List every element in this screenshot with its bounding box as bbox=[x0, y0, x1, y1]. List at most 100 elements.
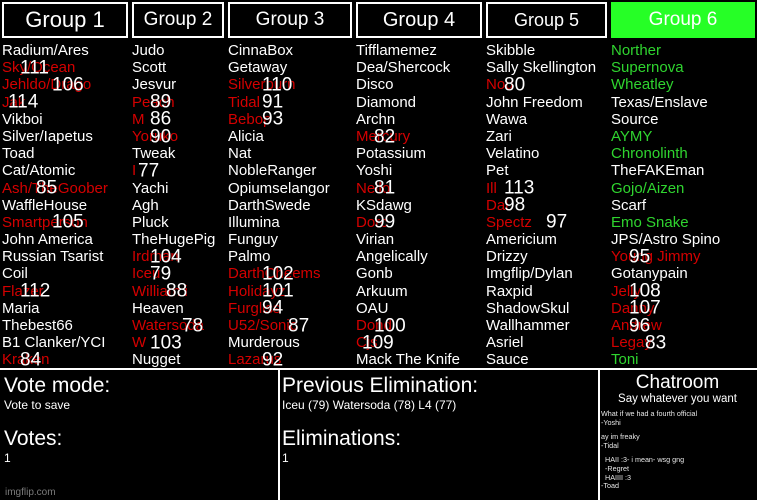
contestant-row[interactable]: I 77 bbox=[132, 161, 226, 180]
group-4-header[interactable]: Group 4 bbox=[356, 2, 482, 38]
contestant-row[interactable]: Supernova bbox=[611, 59, 757, 76]
contestant-name: Angelically bbox=[356, 248, 428, 266]
contestant-row[interactable]: Nat bbox=[228, 145, 354, 162]
contestant-row[interactable]: Asriel bbox=[486, 334, 609, 351]
contestant-row[interactable]: Potassium bbox=[356, 145, 484, 162]
contestant-row[interactable]: M 86 bbox=[132, 110, 226, 129]
group-1-column: Group 1 Radium/Ares Sky/Ocean 111 Jehldo/Dra… bbox=[0, 0, 130, 369]
contestant-row[interactable]: Skibble bbox=[486, 42, 609, 59]
contestant-row[interactable]: Arkuum bbox=[356, 283, 484, 300]
contestant-row[interactable]: Jak 114 bbox=[2, 93, 130, 112]
contestant-row[interactable]: Legay 83 bbox=[611, 333, 757, 352]
contestant-row[interactable]: Drizzy bbox=[486, 248, 609, 265]
contestant-row[interactable]: Vikboi bbox=[2, 111, 130, 128]
contestant-row[interactable]: Young Jimmy 95 bbox=[611, 247, 757, 266]
contestant-row[interactable]: DarthSwede bbox=[228, 197, 354, 214]
contestant-row[interactable]: Smartperson 105 bbox=[2, 213, 130, 232]
contestant-row[interactable]: Murderous bbox=[228, 334, 354, 351]
contestant-row[interactable]: Toni bbox=[611, 351, 757, 368]
group-6-header[interactable]: Group 6 bbox=[611, 2, 755, 38]
contestant-row[interactable]: TheFAKEman bbox=[611, 162, 757, 179]
contestant-row[interactable]: Gonb bbox=[356, 265, 484, 282]
contestant-row[interactable]: W 103 bbox=[132, 333, 226, 352]
contestant-row[interactable]: Agh bbox=[132, 197, 226, 214]
contestant-row[interactable]: Wheatley bbox=[611, 76, 757, 93]
contestant-row[interactable]: Kraken 84 bbox=[2, 350, 130, 369]
contestant-row[interactable]: Sauce bbox=[486, 351, 609, 368]
contestant-row[interactable]: Americium bbox=[486, 231, 609, 248]
contestant-row[interactable]: U52/Sonic 87 bbox=[228, 316, 354, 335]
contestant-row[interactable]: Bebop 93 bbox=[228, 110, 354, 129]
contestant-row[interactable]: Pluck bbox=[132, 214, 226, 231]
contestant-row[interactable]: William i 88 bbox=[132, 282, 226, 301]
contestant-row[interactable]: Dorc 99 bbox=[356, 213, 484, 232]
contestant-row[interactable]: Imgflip/Dylan bbox=[486, 265, 609, 282]
contestant-row[interactable]: Wallhammer bbox=[486, 317, 609, 334]
contestant-row[interactable]: Cat/Atomic bbox=[2, 162, 130, 179]
contestant-row[interactable]: CinnaBox bbox=[228, 42, 354, 59]
contestant-row[interactable]: Emo Snake bbox=[611, 214, 757, 231]
contestant-row[interactable]: Dea/Shercock bbox=[356, 59, 484, 76]
group-2-header[interactable]: Group 2 bbox=[132, 2, 224, 38]
contestant-row[interactable]: John Freedom bbox=[486, 94, 609, 111]
contestant-row[interactable]: Funguy bbox=[228, 231, 354, 248]
contestant-row[interactable]: Maria bbox=[2, 300, 130, 317]
contestant-row[interactable]: Alicia bbox=[228, 128, 354, 145]
contestant-row[interactable]: Yachi bbox=[132, 180, 226, 197]
contestant-row[interactable]: Ash/TheGoober 85 bbox=[2, 179, 130, 198]
contestant-row[interactable]: Nugget bbox=[132, 351, 226, 368]
contestant-row[interactable]: Mercury 82 bbox=[356, 127, 484, 146]
contestant-row[interactable]: Raxpid bbox=[486, 283, 609, 300]
contestant-row[interactable]: Illumina bbox=[228, 214, 354, 231]
contestant-row[interactable]: Texas/Enslave bbox=[611, 94, 757, 111]
contestant-row[interactable]: Tidal 91 bbox=[228, 93, 354, 112]
group-3-header[interactable]: Group 3 bbox=[228, 2, 352, 38]
contestant-row[interactable]: Mack The Knife bbox=[356, 351, 484, 368]
contestant-row[interactable]: Scott bbox=[132, 59, 226, 76]
contestant-row[interactable]: ShadowSkul bbox=[486, 300, 609, 317]
contestant-row[interactable]: Diamond bbox=[356, 94, 484, 111]
contestant-row[interactable]: Virian bbox=[356, 231, 484, 248]
contestant-row[interactable]: Holidayz 101 bbox=[228, 282, 354, 301]
contestant-row[interactable]: Judo bbox=[132, 42, 226, 59]
contestant-row[interactable]: Zari bbox=[486, 128, 609, 145]
contestant-row[interactable]: Thebest66 bbox=[2, 317, 130, 334]
contestant-row[interactable]: Norther bbox=[611, 42, 757, 59]
contestant-row[interactable]: Nou 80 bbox=[486, 75, 609, 94]
contestant-name: AYMY bbox=[611, 127, 653, 145]
group-5-header[interactable]: Group 5 bbox=[486, 2, 607, 38]
contestant-row[interactable]: Heaven bbox=[132, 300, 226, 317]
contestant-row[interactable]: Velatino bbox=[486, 145, 609, 162]
contestant-row[interactable]: John America bbox=[2, 231, 130, 248]
contestant-row[interactable]: Toad bbox=[2, 145, 130, 162]
contestant-row[interactable]: Jesvur bbox=[132, 76, 226, 93]
contestant-row[interactable]: Chronolinth bbox=[611, 145, 757, 162]
contestant-row[interactable]: Spectz 97 bbox=[486, 211, 609, 233]
contestant-name: Tifflamemez bbox=[356, 42, 437, 59]
contestant-row[interactable]: Cjs 109 bbox=[356, 333, 484, 352]
elimination-number: 97 bbox=[546, 211, 568, 233]
contestant-row[interactable]: Russian Tsarist bbox=[2, 248, 130, 265]
contestant-row[interactable]: Yoruko 90 bbox=[132, 127, 226, 146]
contestant-row[interactable]: Tifflamemez bbox=[356, 42, 484, 59]
contestant-row[interactable]: Irdman 104 bbox=[132, 247, 226, 266]
contestant-row[interactable]: Wawa bbox=[486, 111, 609, 128]
contestant-row[interactable]: Disco bbox=[356, 76, 484, 93]
contestant-row[interactable]: Peach 89 bbox=[132, 93, 226, 112]
bottom-panels: Vote mode: Vote to save Votes: 1 imgflip… bbox=[0, 368, 757, 500]
contestant-row[interactable]: Angelically bbox=[356, 248, 484, 265]
group-1-header[interactable]: Group 1 bbox=[2, 2, 128, 38]
contestant-row[interactable]: Silverburn 110 bbox=[228, 75, 354, 94]
contestant-row[interactable]: Lazarus 92 bbox=[228, 350, 354, 369]
contestant-row[interactable]: Opiumselangor bbox=[228, 180, 354, 197]
contestant-row[interactable]: Scarf bbox=[611, 197, 757, 214]
contestant-row[interactable]: Nello 81 bbox=[356, 179, 484, 198]
contestant-row[interactable]: AYMY bbox=[611, 128, 757, 145]
panel-top-border bbox=[278, 368, 598, 370]
contestant-row[interactable]: Flazer 112 bbox=[2, 282, 130, 301]
contestant-row[interactable]: Gojo/Aizen bbox=[611, 180, 757, 197]
contestant-row[interactable]: Andrew 96 bbox=[611, 316, 757, 335]
contestant-row[interactable]: NobleRanger bbox=[228, 162, 354, 179]
contestant-row[interactable]: Source bbox=[611, 111, 757, 128]
contestant-row[interactable]: Silver/Iapetus bbox=[2, 128, 130, 145]
